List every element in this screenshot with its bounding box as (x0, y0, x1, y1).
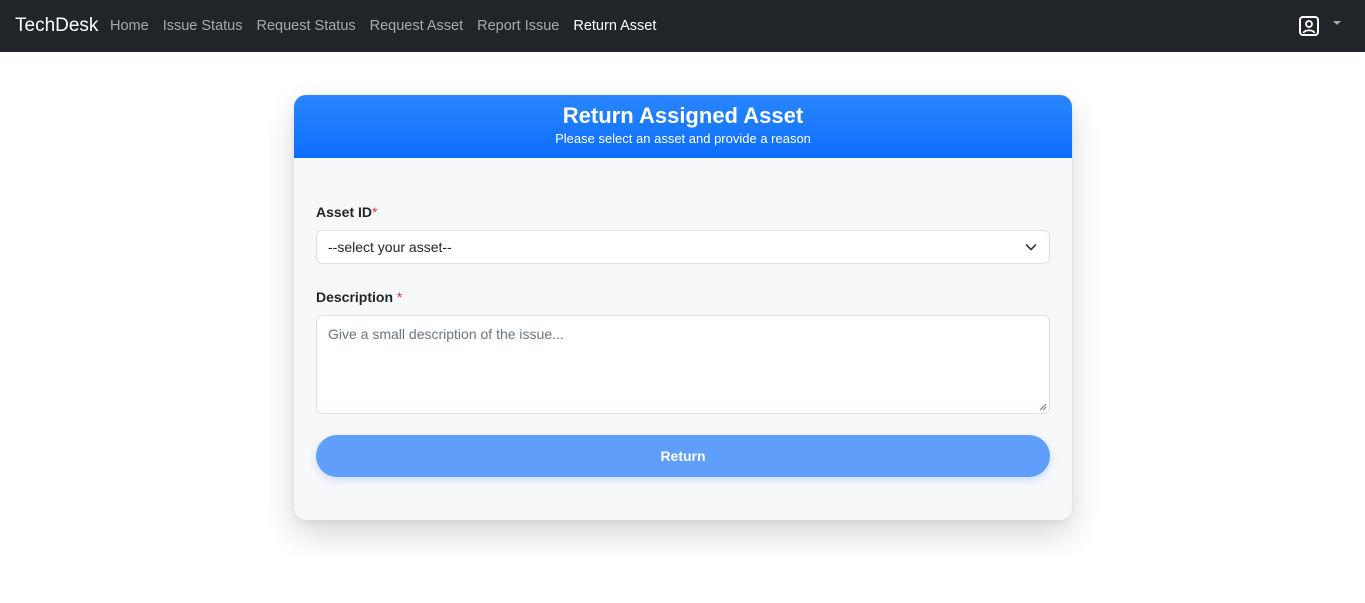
nav-link-request-asset[interactable]: Request Asset (363, 17, 471, 35)
nav-link-issue-status[interactable]: Issue Status (156, 17, 250, 35)
asset-id-label-text: Asset ID (316, 204, 373, 220)
top-navbar: TechDesk Home Issue Status Request Statu… (0, 0, 1365, 52)
nav-links: Home Issue Status Request Status Request… (103, 17, 663, 35)
required-mark: * (372, 204, 378, 220)
asset-id-label: Asset ID* (316, 203, 377, 221)
user-square-icon (1299, 16, 1319, 36)
description-placeholder: Give a small description of the issue... (328, 326, 564, 342)
resize-grip-icon[interactable] (1039, 403, 1047, 411)
nav-link-home[interactable]: Home (103, 17, 156, 35)
caret-down-icon (1333, 21, 1341, 25)
required-mark: * (396, 289, 403, 305)
asset-id-select[interactable]: --select your asset-- (316, 230, 1050, 264)
asset-select-value: --select your asset-- (328, 239, 452, 255)
return-button[interactable]: Return (316, 435, 1050, 477)
form-subtitle: Please select an asset and provide a rea… (555, 131, 811, 146)
description-label: Description * (316, 288, 402, 306)
chevron-down-icon (1025, 244, 1037, 251)
description-textarea[interactable]: Give a small description of the issue... (316, 315, 1050, 414)
nav-link-report-issue[interactable]: Report Issue (470, 17, 566, 35)
nav-link-return-asset[interactable]: Return Asset (566, 17, 663, 35)
form-title: Return Assigned Asset (562, 103, 804, 128)
description-label-text: Description (316, 289, 394, 305)
nav-link-request-status[interactable]: Request Status (249, 17, 362, 35)
return-asset-card: Return Assigned Asset Please select an a… (294, 95, 1072, 520)
user-menu-toggle[interactable] (1298, 15, 1341, 37)
brand-logo[interactable]: TechDesk (15, 14, 98, 38)
card-header: Return Assigned Asset Please select an a… (294, 95, 1072, 158)
